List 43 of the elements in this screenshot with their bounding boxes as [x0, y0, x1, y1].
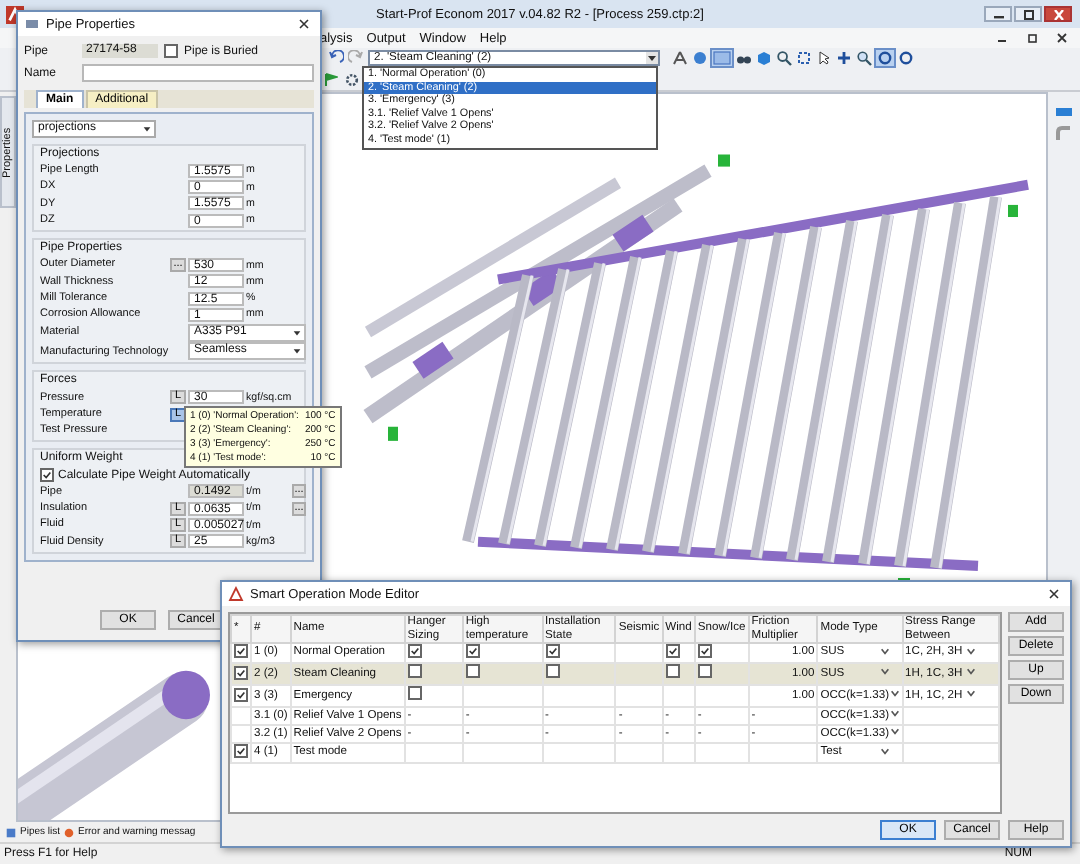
checkbox[interactable] — [465, 644, 480, 658]
undo-icon[interactable] — [328, 50, 344, 66]
checkbox[interactable] — [234, 687, 248, 701]
gear-icon[interactable] — [344, 71, 360, 87]
warning-icon — [64, 827, 75, 837]
checkbox[interactable] — [697, 664, 712, 678]
minimize-button[interactable] — [984, 6, 1012, 22]
caret-icon — [142, 124, 152, 134]
checkbox[interactable] — [407, 686, 422, 700]
close-icon — [1051, 9, 1065, 19]
frame-icon[interactable] — [796, 50, 812, 66]
close-icon[interactable] — [1048, 588, 1060, 600]
sphere-icon[interactable] — [692, 50, 708, 66]
cursor-icon[interactable] — [816, 50, 832, 66]
checkbox[interactable] — [697, 644, 712, 658]
plus-icon[interactable] — [836, 50, 852, 66]
checkbox[interactable] — [665, 644, 680, 658]
close-icon[interactable] — [298, 18, 310, 30]
maximize-button[interactable] — [1014, 6, 1042, 22]
checkbox[interactable] — [545, 644, 560, 658]
close-button[interactable] — [1044, 6, 1072, 22]
checkbox[interactable] — [407, 644, 422, 658]
checkbox[interactable] — [40, 468, 54, 483]
caret-icon — [646, 52, 658, 64]
checkbox[interactable] — [164, 44, 178, 58]
name-field[interactable] — [82, 64, 314, 82]
zoom-icon[interactable] — [856, 50, 872, 66]
checkbox[interactable] — [407, 664, 422, 678]
checkbox[interactable] — [545, 664, 560, 678]
rotate-icon[interactable] — [898, 50, 914, 66]
close-icon[interactable] — [1056, 32, 1068, 44]
flag-icon[interactable] — [324, 71, 338, 87]
checkbox[interactable] — [234, 665, 248, 679]
binoculars-icon[interactable] — [736, 50, 752, 66]
maximize-icon — [1021, 9, 1035, 19]
checkbox[interactable] — [665, 664, 680, 678]
restore-icon[interactable] — [1026, 32, 1038, 44]
magnifier-icon[interactable] — [776, 50, 792, 66]
rotate-icon[interactable] — [876, 50, 894, 66]
checkbox[interactable] — [465, 664, 480, 678]
list-icon — [6, 827, 16, 837]
checkbox[interactable] — [234, 744, 248, 758]
checkbox[interactable] — [234, 644, 248, 658]
